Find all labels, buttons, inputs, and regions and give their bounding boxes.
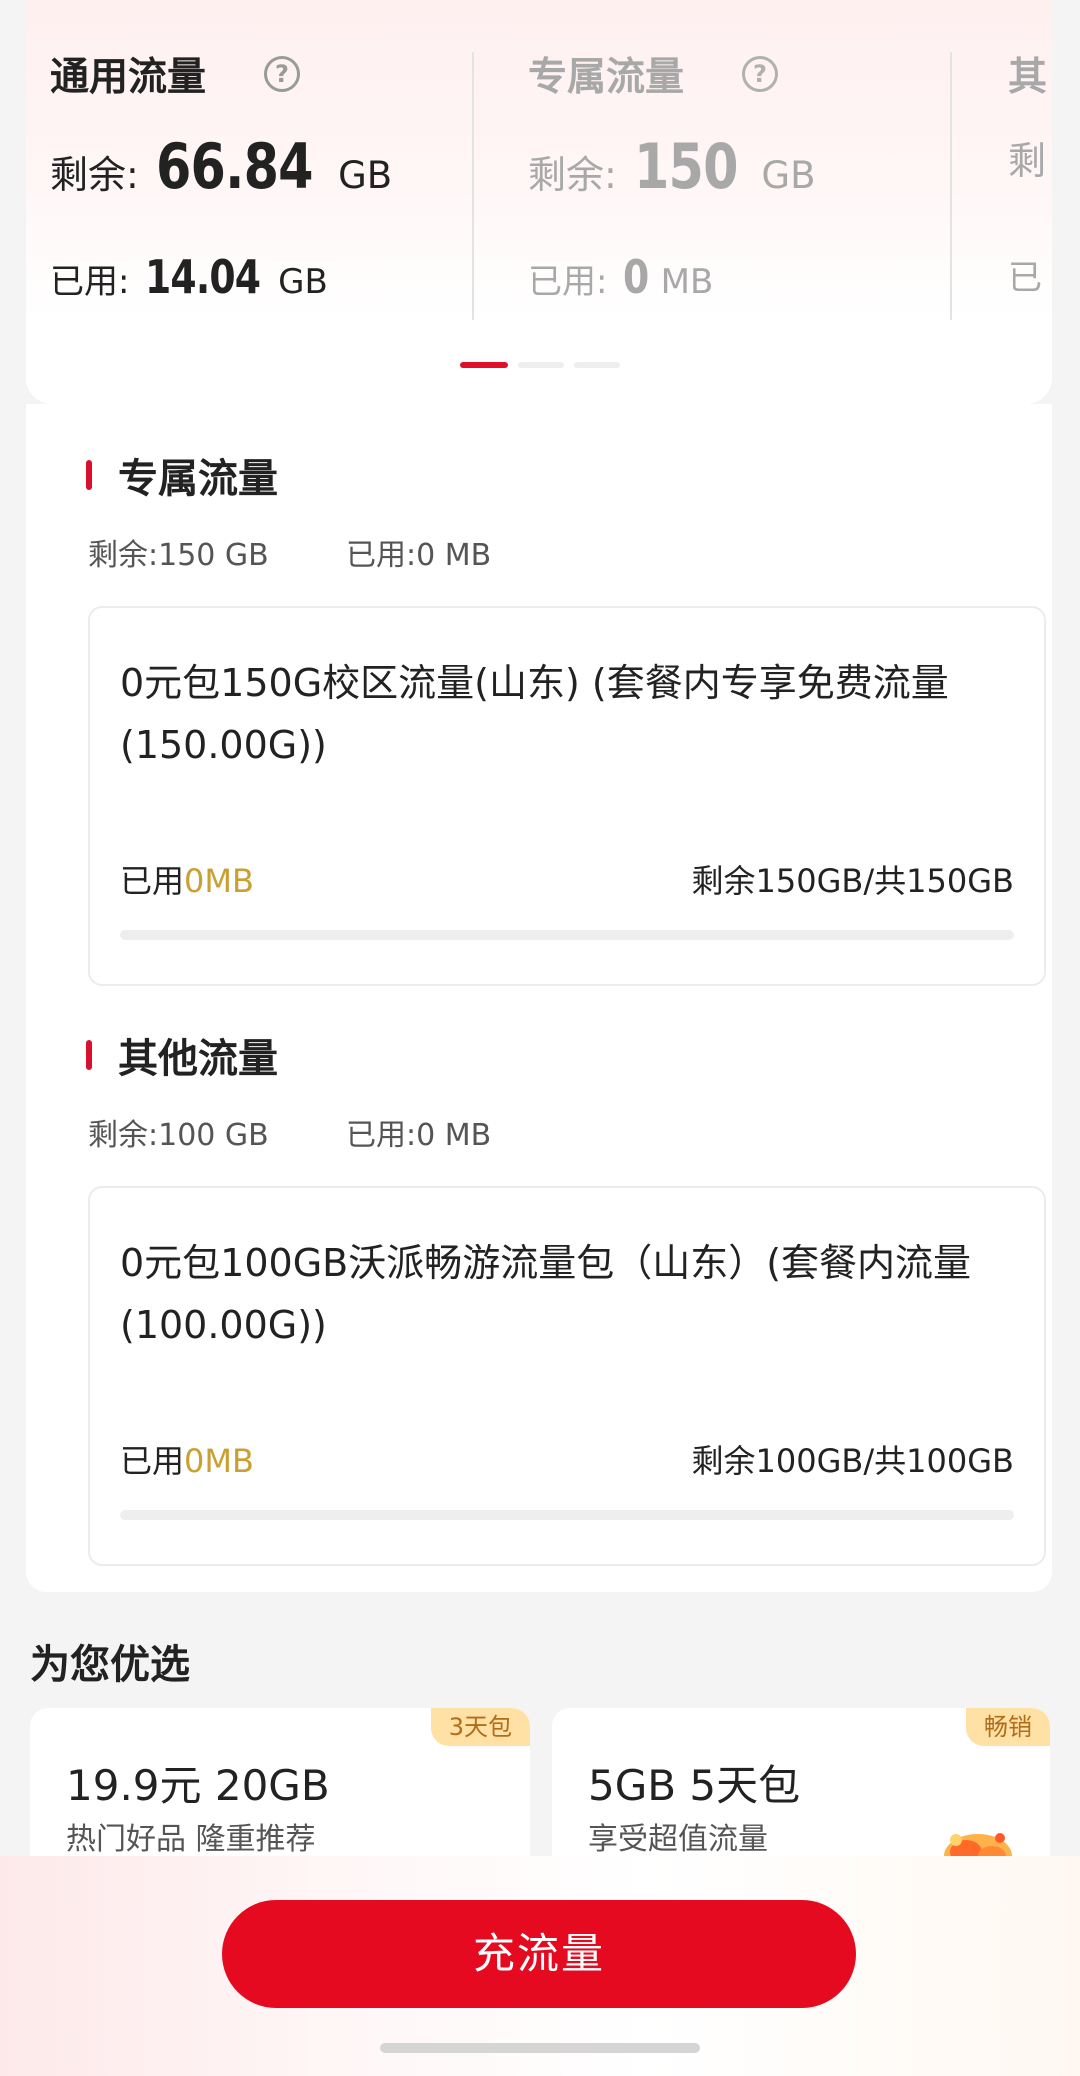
help-icon[interactable]: ? bbox=[742, 56, 778, 92]
summary-exclusive-traffic[interactable]: 专属流量 ? 剩余: 150 GB 已用: 0 MB bbox=[528, 0, 968, 320]
summary-remain: 剩 bbox=[1008, 139, 1047, 183]
used-value: 0 bbox=[622, 250, 649, 304]
traffic-detail-card: 专属流量 剩余:150 GB 已用:0 MB 0元包150G校区流量(山东) (… bbox=[26, 404, 1052, 1592]
section-remain: 剩余:100 GB bbox=[88, 1118, 269, 1153]
section-used: 已用:0 MB bbox=[346, 1118, 492, 1153]
recommend-item-title: 5GB 5天包 bbox=[588, 1761, 801, 1810]
help-icon[interactable]: ? bbox=[264, 56, 300, 92]
used-value: 14.04 bbox=[144, 250, 261, 304]
pager-dot[interactable] bbox=[574, 362, 620, 368]
section-title: 专属流量 bbox=[118, 456, 278, 502]
package-remaining: 剩余150GB/共150GB bbox=[691, 862, 1014, 900]
traffic-summary-card: 通用流量 ? 剩余: 66.84 GB 已用: 14.04 GB 专属流量 ? … bbox=[26, 0, 1052, 404]
badge: 畅销 bbox=[966, 1708, 1050, 1746]
section-used: 已用:0 MB bbox=[346, 538, 492, 573]
recommend-title: 为您优选 bbox=[30, 1642, 190, 1688]
used-amount: 0MB bbox=[184, 862, 254, 900]
home-indicator[interactable] bbox=[380, 2043, 700, 2053]
pager-dot-active[interactable] bbox=[460, 362, 508, 368]
divider bbox=[950, 52, 952, 320]
used-amount: 0MB bbox=[184, 1442, 254, 1480]
recommend-item-subtitle: 享受超值流量 bbox=[588, 1822, 768, 1857]
divider bbox=[472, 52, 474, 320]
package-used: 已用0MB bbox=[120, 1442, 254, 1480]
usage-progress-bar bbox=[120, 930, 1014, 940]
package-name: 0元包150G校区流量(山东) (套餐内专享免费流量(150.00G)) bbox=[120, 661, 949, 767]
badge: 3天包 bbox=[430, 1708, 530, 1746]
section-marker bbox=[86, 460, 92, 490]
remain-value: 150 bbox=[633, 130, 738, 203]
summary-used: 已用: 14.04 GB bbox=[50, 250, 328, 304]
recommend-item-title: 19.9元 20GB bbox=[66, 1761, 330, 1810]
summary-used: 已 bbox=[1008, 258, 1042, 298]
summary-other-traffic[interactable]: 其 剩 已 bbox=[1008, 0, 1052, 320]
section-remain: 剩余:150 GB bbox=[88, 538, 269, 573]
section-marker bbox=[86, 1040, 92, 1070]
package-card[interactable]: 0元包150G校区流量(山东) (套餐内专享免费流量(150.00G)) 已用0… bbox=[88, 606, 1046, 986]
summary-title: 其 bbox=[1008, 55, 1048, 100]
summary-remain: 剩余: 66.84 GB bbox=[50, 130, 393, 203]
recommend-item-subtitle: 热门好品 隆重推荐 bbox=[66, 1822, 316, 1857]
summary-used: 已用: 0 MB bbox=[528, 250, 714, 304]
summary-remain: 剩余: 150 GB bbox=[528, 130, 816, 203]
recharge-traffic-button[interactable]: 充流量 bbox=[222, 1900, 856, 2008]
remain-value: 66.84 bbox=[155, 130, 314, 203]
usage-progress-bar bbox=[120, 1510, 1014, 1520]
package-name: 0元包100GB沃派畅游流量包（山东）(套餐内流量(100.00G)) bbox=[120, 1241, 972, 1347]
package-remaining: 剩余100GB/共100GB bbox=[691, 1442, 1014, 1480]
pager-dot[interactable] bbox=[518, 362, 564, 368]
summary-general-traffic[interactable]: 通用流量 ? 剩余: 66.84 GB 已用: 14.04 GB bbox=[50, 0, 490, 320]
package-used: 已用0MB bbox=[120, 862, 254, 900]
summary-title: 专属流量 bbox=[528, 55, 685, 100]
package-card[interactable]: 0元包100GB沃派畅游流量包（山东）(套餐内流量(100.00G)) 已用0M… bbox=[88, 1186, 1046, 1566]
section-title: 其他流量 bbox=[118, 1036, 278, 1082]
summary-title: 通用流量 bbox=[50, 55, 207, 100]
